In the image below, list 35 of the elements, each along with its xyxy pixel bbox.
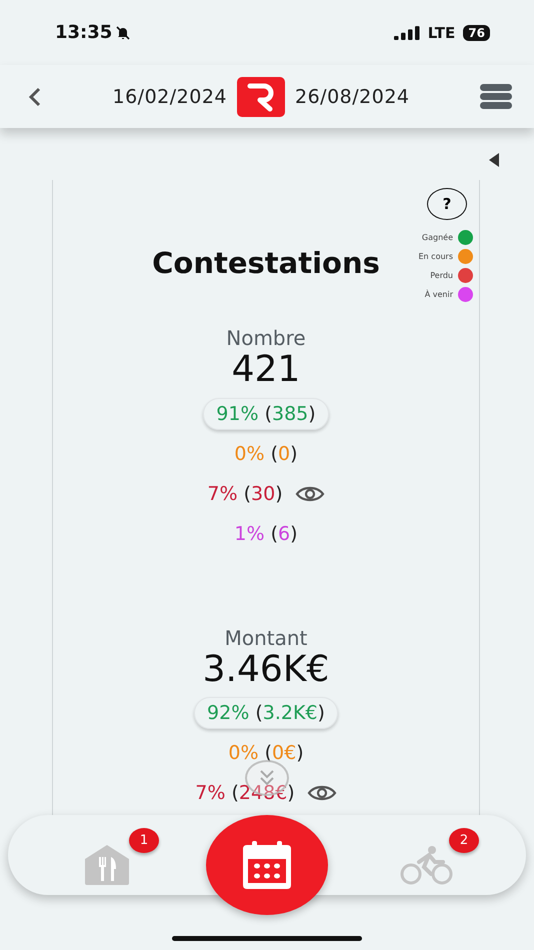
stat-label: Nombre bbox=[226, 326, 306, 350]
back-icon[interactable] bbox=[28, 86, 42, 106]
bell-muted-icon bbox=[115, 24, 132, 40]
stat-row[interactable]: 7% (30) bbox=[194, 478, 338, 510]
legend-label: Perdu bbox=[430, 271, 453, 280]
stat-pill[interactable]: 91% (385) bbox=[203, 398, 329, 430]
network-label: LTE bbox=[428, 24, 456, 42]
battery-level: 76 bbox=[463, 24, 490, 40]
stat-row[interactable]: 0% (0) bbox=[221, 438, 311, 470]
help-button[interactable]: ? bbox=[427, 188, 467, 220]
stat-total: 3.46K€ bbox=[202, 650, 330, 690]
eye-icon[interactable] bbox=[294, 484, 325, 503]
legend-label: Gagnée bbox=[422, 233, 453, 242]
collapse-icon[interactable] bbox=[488, 152, 500, 168]
legend-label: En cours bbox=[418, 252, 453, 261]
bicycle-icon bbox=[399, 845, 455, 885]
end-date[interactable]: 26/08/2024 bbox=[295, 86, 410, 108]
legend-label: À venir bbox=[424, 290, 453, 299]
menu-icon[interactable] bbox=[480, 84, 512, 110]
calendar-icon bbox=[242, 841, 292, 889]
notification-badge: 1 bbox=[129, 828, 159, 853]
stat-pill[interactable]: 92% (3.2K€) bbox=[194, 697, 338, 730]
stat-row[interactable]: 1% (6) bbox=[221, 518, 311, 550]
card-title: Contestations bbox=[152, 246, 380, 280]
app-logo bbox=[237, 76, 285, 116]
stat-label: Montant bbox=[224, 626, 308, 650]
stat-row[interactable]: 7% (248€) bbox=[182, 777, 350, 810]
signal-icon bbox=[394, 26, 420, 40]
stat-total: 421 bbox=[232, 350, 300, 390]
notification-badge: 2 bbox=[449, 828, 479, 853]
restaurant-icon bbox=[85, 845, 129, 885]
eye-icon[interactable] bbox=[306, 784, 337, 802]
stat-row[interactable]: 0% (0€) bbox=[215, 737, 317, 770]
clock-time: 13:35 bbox=[55, 22, 112, 43]
start-date[interactable]: 16/02/2024 bbox=[112, 86, 227, 108]
